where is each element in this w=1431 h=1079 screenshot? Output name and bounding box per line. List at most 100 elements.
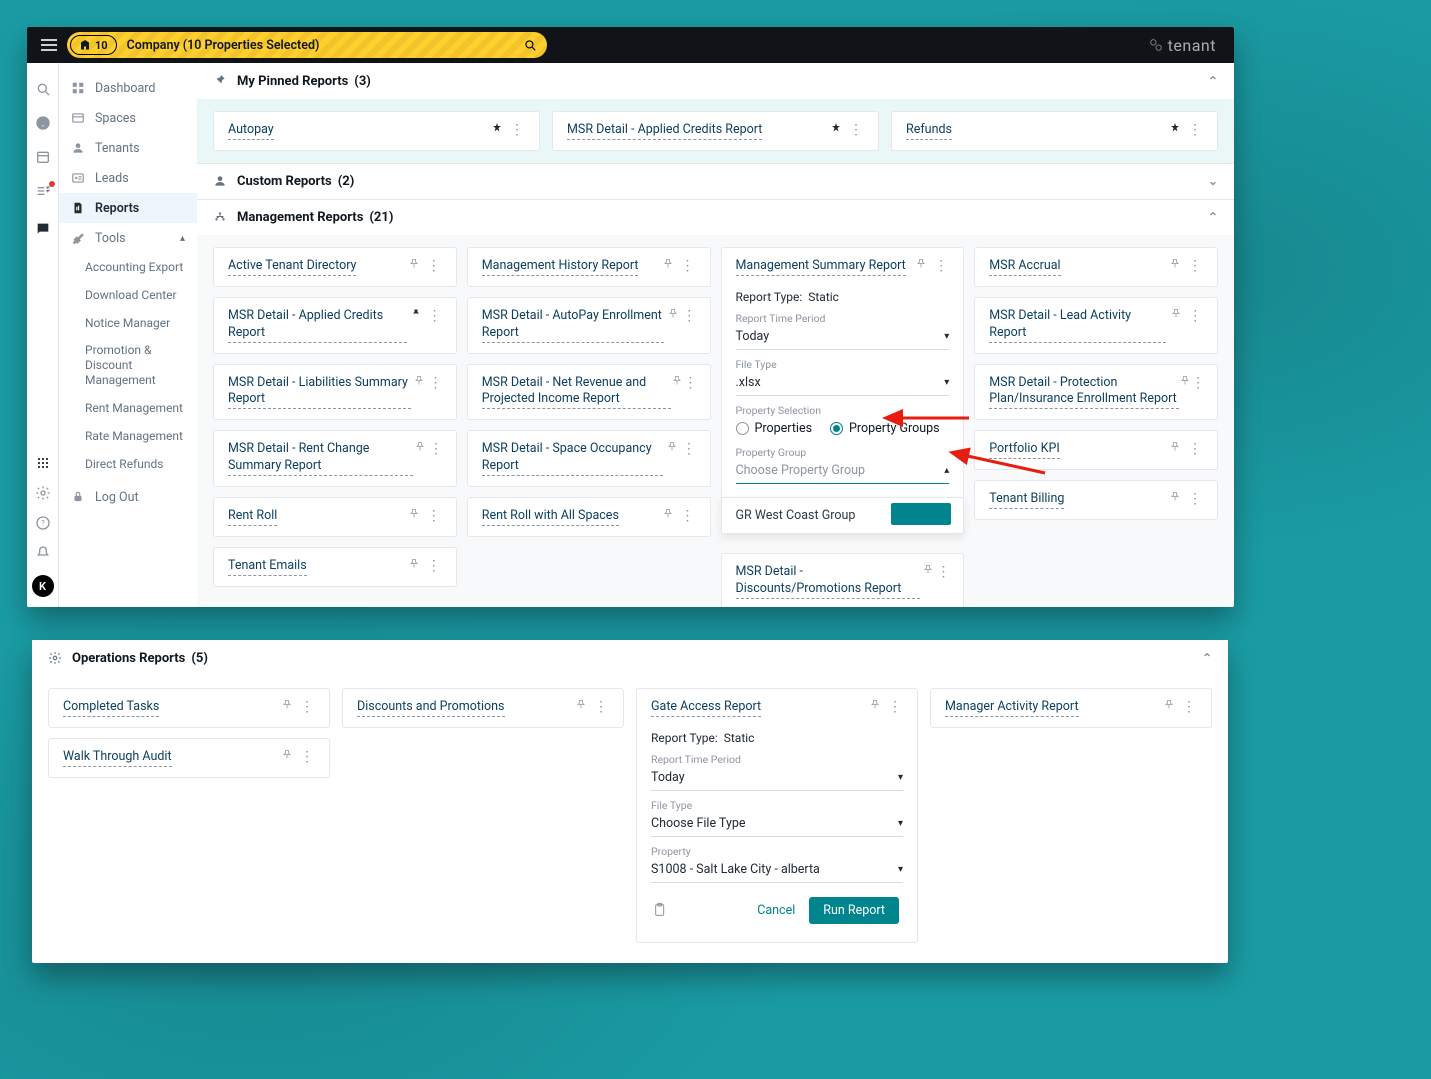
nav-sub-notice-manager[interactable]: Notice Manager <box>59 309 197 337</box>
more-icon[interactable]: ⋮ <box>678 258 698 274</box>
pin-icon[interactable] <box>1165 441 1185 457</box>
report-link[interactable]: MSR Detail - Liabilities Summary Report <box>228 375 411 410</box>
more-icon[interactable]: ⋮ <box>1185 122 1205 138</box>
report-link[interactable]: MSR Detail - Discounts/Promotions Report <box>736 564 921 599</box>
nav-reports[interactable]: Reports <box>59 193 197 223</box>
more-icon[interactable]: ⋮ <box>678 508 698 524</box>
pin-icon[interactable] <box>487 122 507 138</box>
pin-icon[interactable] <box>1159 699 1179 715</box>
report-link[interactable]: Management Summary Report <box>736 258 906 276</box>
property-selector-pill[interactable]: 10 Company (10 Properties Selected) <box>67 32 547 58</box>
more-icon[interactable]: ⋮ <box>428 441 444 457</box>
report-link[interactable]: Rent Roll <box>228 508 277 526</box>
pin-icon[interactable] <box>1179 375 1191 391</box>
search-icon[interactable] <box>523 38 537 52</box>
more-icon[interactable]: ⋮ <box>684 375 698 391</box>
section-header-pinned[interactable]: My Pinned Reports (3) ⌃ <box>197 63 1234 99</box>
cancel-button[interactable]: Cancel <box>757 903 795 918</box>
report-link[interactable]: MSR Accrual <box>989 258 1060 276</box>
report-link[interactable]: Active Tenant Directory <box>228 258 356 276</box>
pin-icon[interactable] <box>911 258 931 274</box>
more-icon[interactable]: ⋮ <box>936 564 952 580</box>
clipboard-icon[interactable] <box>651 902 667 918</box>
more-icon[interactable]: ⋮ <box>425 308 443 324</box>
more-icon[interactable]: ⋮ <box>424 258 444 274</box>
pin-icon[interactable] <box>1165 258 1185 274</box>
pin-icon[interactable] <box>411 375 428 391</box>
pin-icon[interactable] <box>1165 491 1185 507</box>
report-link[interactable]: Management History Report <box>482 258 639 276</box>
more-icon[interactable]: ⋮ <box>1185 491 1205 507</box>
more-icon[interactable]: ⋮ <box>424 508 444 524</box>
more-icon[interactable]: ⋮ <box>297 749 317 765</box>
nav-logout[interactable]: Log Out <box>59 482 197 512</box>
more-icon[interactable]: ⋮ <box>1179 699 1199 715</box>
pin-icon[interactable] <box>658 508 678 524</box>
pin-icon[interactable] <box>826 122 846 138</box>
report-link[interactable]: Walk Through Audit <box>63 749 172 767</box>
nav-sub-accounting-export[interactable]: Accounting Export <box>59 253 197 281</box>
report-link[interactable]: MSR Detail - Applied Credits Report <box>567 122 762 140</box>
report-link[interactable]: MSR Detail - Protection Plan/Insurance E… <box>989 375 1179 410</box>
radio-properties[interactable]: Properties <box>736 421 813 436</box>
pin-icon[interactable] <box>571 699 591 715</box>
report-link[interactable]: Tenant Emails <box>228 558 307 576</box>
pin-icon[interactable] <box>865 699 885 715</box>
more-icon[interactable]: ⋮ <box>507 122 527 138</box>
report-link[interactable]: Autopay <box>228 122 274 140</box>
report-link[interactable]: Manager Activity Report <box>945 699 1079 717</box>
more-icon[interactable]: ⋮ <box>681 308 698 324</box>
report-link[interactable]: Completed Tasks <box>63 699 159 717</box>
nav-sub-direct-refunds[interactable]: Direct Refunds <box>59 450 197 478</box>
nav-sub-promotion-mgmt[interactable]: Promotion & Discount Management <box>59 337 197 394</box>
pin-icon[interactable] <box>404 508 424 524</box>
report-link[interactable]: Tenant Billing <box>989 491 1064 509</box>
radio-property-groups[interactable]: Property Groups <box>830 421 940 436</box>
more-icon[interactable]: ⋮ <box>680 441 697 457</box>
report-link[interactable]: Gate Access Report <box>651 699 761 717</box>
more-icon[interactable]: ⋮ <box>591 699 611 715</box>
section-header-management[interactable]: Management Reports (21) ⌃ <box>197 199 1234 235</box>
more-icon[interactable]: ⋮ <box>846 122 866 138</box>
nav-spaces[interactable]: Spaces <box>59 103 197 133</box>
calendar-icon[interactable] <box>35 149 51 165</box>
report-link[interactable]: MSR Detail - Lead Activity Report <box>989 308 1166 343</box>
pin-icon[interactable] <box>407 308 425 324</box>
time-period-select[interactable]: Today▾ <box>651 766 903 791</box>
file-type-select[interactable]: .xlsx▾ <box>736 371 950 396</box>
section-header-custom[interactable]: Custom Reports (2) ⌄ <box>197 163 1234 199</box>
bolt-icon[interactable] <box>35 115 51 131</box>
pin-icon[interactable] <box>404 558 424 574</box>
nav-dashboard[interactable]: Dashboard <box>59 73 197 103</box>
menu-icon[interactable] <box>41 39 57 51</box>
pin-icon[interactable] <box>277 699 297 715</box>
bell-icon[interactable] <box>35 545 51 561</box>
pin-icon[interactable] <box>663 441 680 457</box>
nav-leads[interactable]: Leads <box>59 163 197 193</box>
report-link[interactable]: MSR Detail - Net Revenue and Projected I… <box>482 375 671 410</box>
report-link[interactable]: MSR Detail - Rent Change Summary Report <box>228 441 413 476</box>
action-button-partial[interactable] <box>891 503 951 525</box>
pin-icon[interactable] <box>920 564 936 580</box>
more-icon[interactable]: ⋮ <box>1185 441 1205 457</box>
pin-icon[interactable] <box>671 375 683 391</box>
time-period-select[interactable]: Today▾ <box>736 325 950 350</box>
apps-icon[interactable] <box>35 455 51 471</box>
more-icon[interactable]: ⋮ <box>885 699 905 715</box>
more-icon[interactable]: ⋮ <box>297 699 317 715</box>
pin-icon[interactable] <box>413 441 429 457</box>
nav-sub-rent-mgmt[interactable]: Rent Management <box>59 394 197 422</box>
pin-icon[interactable] <box>1165 122 1185 138</box>
property-group-select[interactable]: Choose Property Group▴ <box>736 459 950 484</box>
pin-icon[interactable] <box>658 258 678 274</box>
more-icon[interactable]: ⋮ <box>931 258 951 274</box>
nav-sub-rate-mgmt[interactable]: Rate Management <box>59 422 197 450</box>
user-avatar[interactable]: K <box>32 575 54 597</box>
report-link[interactable]: Rent Roll with All Spaces <box>482 508 619 526</box>
pin-icon[interactable] <box>277 749 297 765</box>
more-icon[interactable]: ⋮ <box>424 558 444 574</box>
nav-tools[interactable]: Tools ▴ <box>59 223 197 253</box>
help-icon[interactable]: ? <box>35 515 51 531</box>
chat-icon[interactable] <box>35 221 51 237</box>
more-icon[interactable]: ⋮ <box>1185 258 1205 274</box>
